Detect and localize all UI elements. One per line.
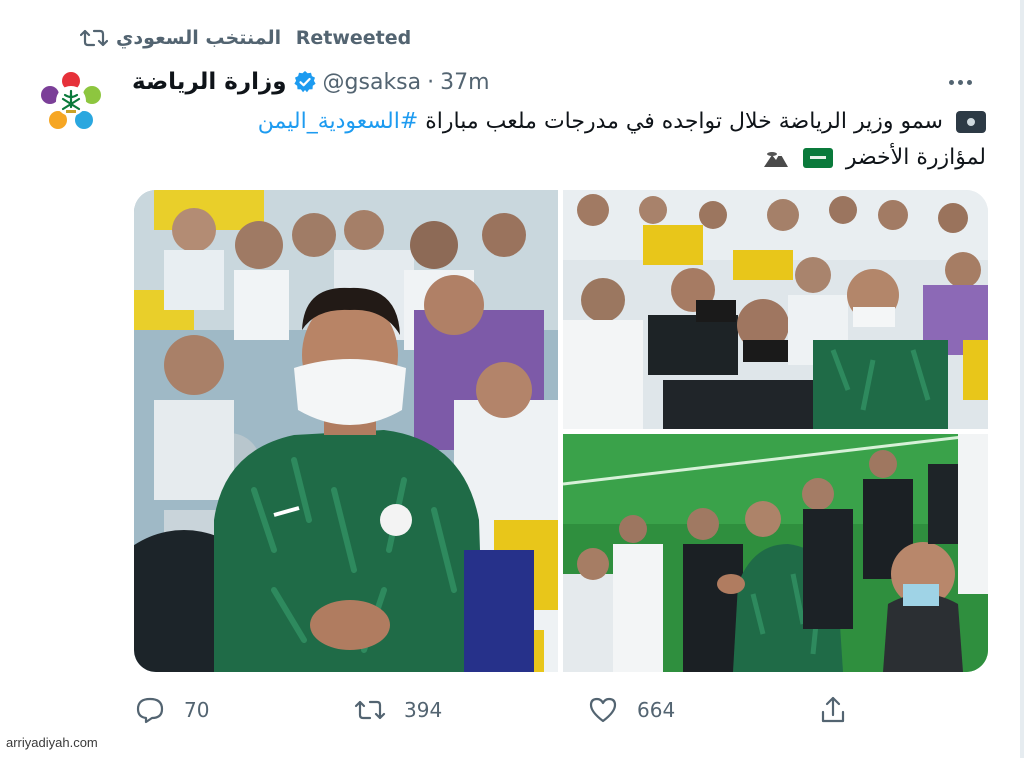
tweet-line-1: سمو وزير الرياضة خلال تواجده في مدرجات م…	[166, 104, 986, 140]
retweet-button[interactable]: 394	[352, 690, 442, 730]
author-handle[interactable]: @gsaksa	[323, 70, 422, 95]
like-button[interactable]: 664	[585, 690, 675, 730]
retweet-context-text: المنتخب السعودي Retweeted	[116, 27, 411, 49]
camera-icon	[956, 111, 986, 133]
retweeted-label: Retweeted	[295, 27, 412, 49]
saudi-flag-icon	[802, 148, 833, 168]
author-avatar[interactable]	[34, 64, 108, 138]
retweet-icon	[352, 692, 388, 728]
retweet-context-icon	[80, 24, 116, 52]
tweet-actions: 70 394 664	[130, 690, 990, 730]
stadium-fan-photo[interactable]	[134, 190, 558, 672]
hashtag-link[interactable]: #السعودية_اليمن	[258, 109, 419, 134]
tweet-text-main: سمو وزير الرياضة خلال تواجده في مدرجات م…	[425, 109, 943, 134]
share-button[interactable]	[815, 690, 867, 730]
tweet-line-2: لمؤازرة الأخضر	[166, 140, 986, 176]
reply-count: 70	[184, 698, 210, 722]
ministry-logo-icon	[41, 72, 101, 129]
header-separator: ·	[427, 69, 435, 95]
source-watermark: arriyadiyah.com	[6, 735, 98, 750]
media-grid	[134, 190, 988, 672]
tweet-timestamp[interactable]: 37m	[440, 70, 489, 95]
tweet-text: سمو وزير الرياضة خلال تواجده في مدرجات م…	[166, 104, 986, 176]
tweet-frame: المنتخب السعودي Retweeted وزارة الرياضة …	[0, 0, 1024, 758]
tweet-header: وزارة الرياضة @gsaksa · 37m	[132, 64, 490, 100]
like-count: 664	[637, 698, 676, 722]
standing-fans-photo[interactable]	[563, 434, 988, 672]
retweeter-name[interactable]: المنتخب السعودي	[116, 27, 281, 49]
verified-badge-icon	[293, 70, 317, 94]
eagle-icon	[763, 152, 788, 167]
right-border	[1020, 0, 1024, 758]
reply-icon	[132, 692, 168, 728]
heart-icon	[585, 692, 621, 728]
reply-button[interactable]: 70	[132, 690, 209, 730]
more-options-icon[interactable]	[944, 70, 976, 94]
tweet-text-secondary: لمؤازرة الأخضر	[845, 145, 986, 170]
stands-crowd-photo[interactable]	[563, 190, 988, 429]
retweet-context[interactable]: المنتخب السعودي Retweeted	[80, 22, 411, 54]
retweet-count: 394	[404, 698, 443, 722]
share-icon	[815, 692, 851, 728]
author-display-name[interactable]: وزارة الرياضة	[132, 69, 287, 95]
